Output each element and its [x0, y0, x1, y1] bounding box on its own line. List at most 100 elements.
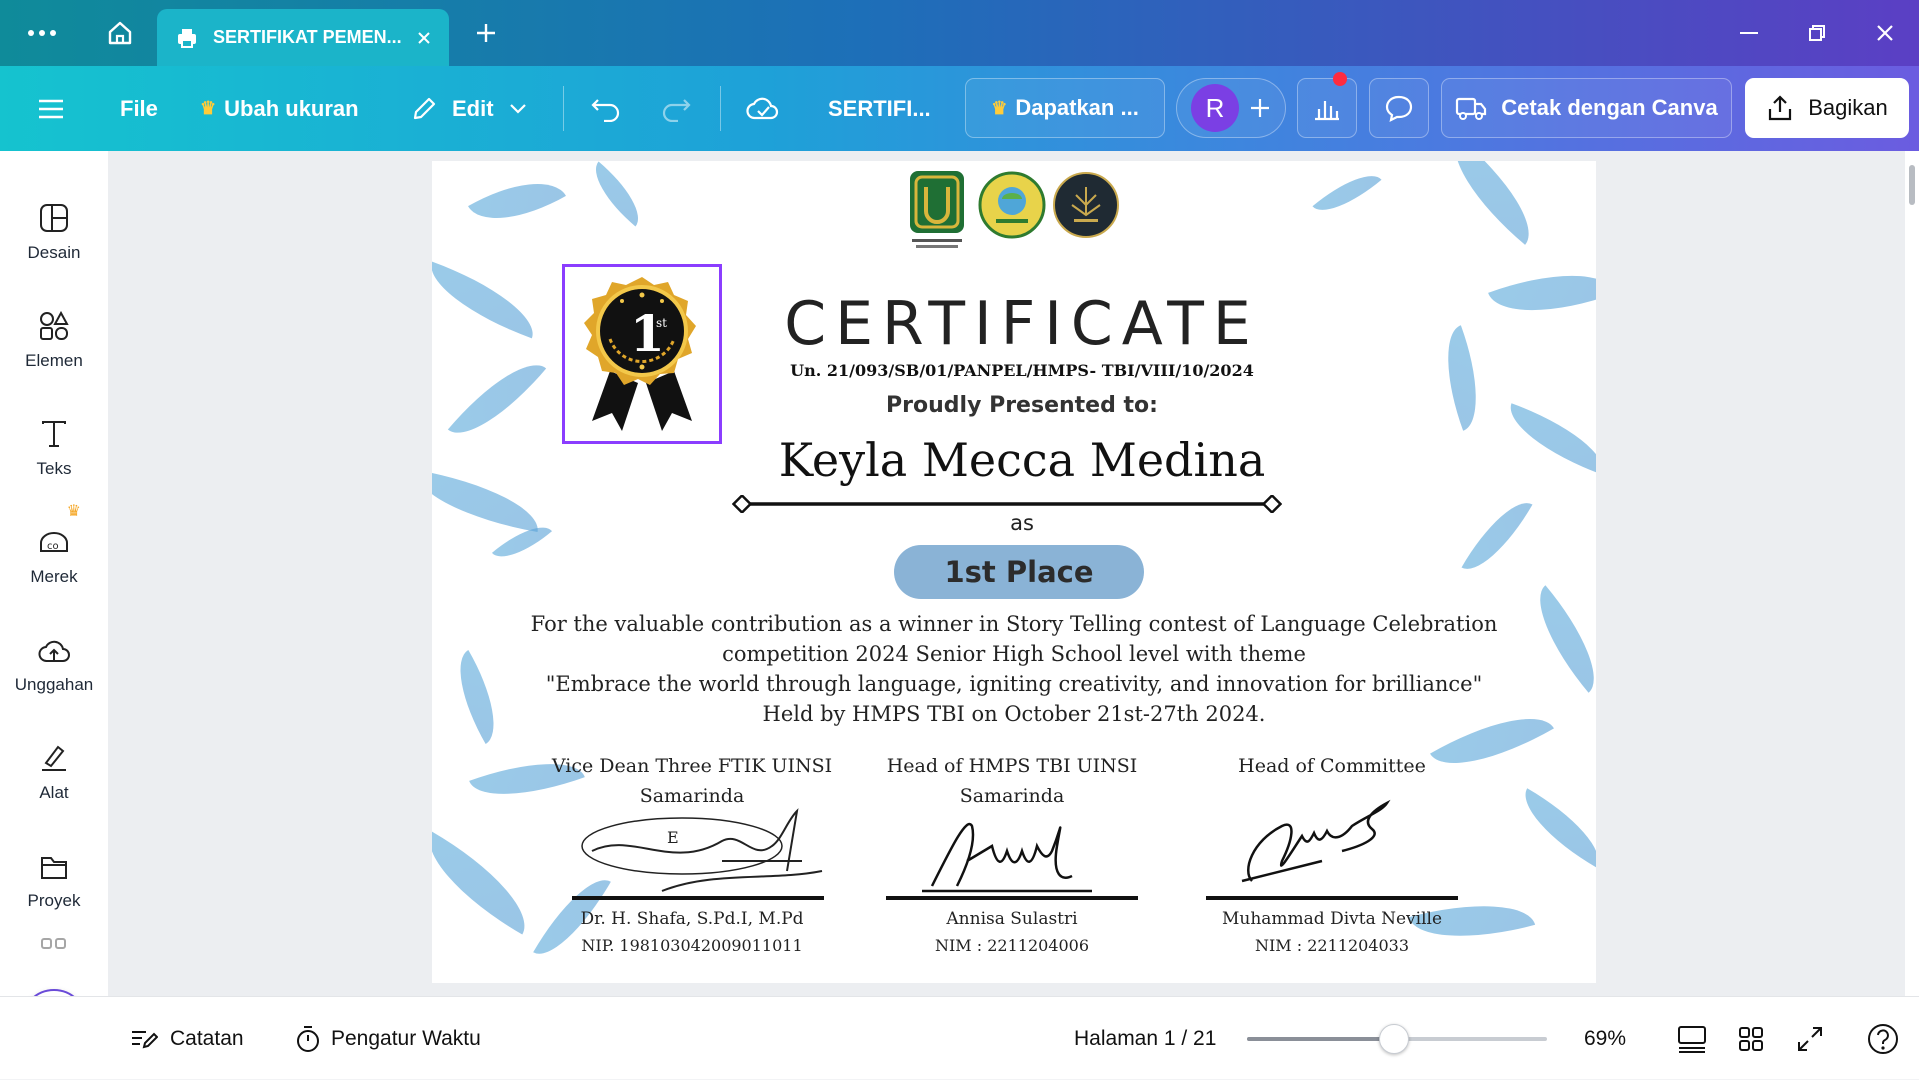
signer-id: NIM : 2211204033: [1254, 936, 1410, 955]
bottom-bar: Catatan Pengatur Waktu Halaman 1 / 21 69…: [0, 996, 1919, 1079]
resize-button[interactable]: ♛ Ubah ukuran: [200, 66, 359, 151]
signature-line: [1206, 896, 1458, 900]
help-icon[interactable]: [1867, 997, 1899, 1080]
timer-icon: [295, 1025, 321, 1053]
sidebar-item-elements[interactable]: Elemen: [0, 289, 108, 389]
pencil-icon: [410, 95, 438, 123]
zoom-slider-thumb[interactable]: [1379, 1024, 1409, 1054]
close-icon[interactable]: [417, 31, 431, 45]
signer-title: Vice Dean Three FTIK UINSI: [551, 755, 833, 777]
signer-name: Muhammad Divta Neville: [1221, 909, 1443, 929]
signer-name: Annisa Sulastri: [946, 909, 1078, 929]
page-view-icon[interactable]: [1677, 997, 1707, 1080]
sidebar-item-uploads[interactable]: Unggahan: [0, 613, 108, 713]
notes-label: Catatan: [170, 1026, 244, 1050]
signature: [1222, 781, 1442, 891]
page-indicator[interactable]: Halaman 1 / 21: [1074, 997, 1216, 1080]
grid-view-icon[interactable]: [1738, 997, 1764, 1080]
notes-button[interactable]: Catatan: [130, 997, 244, 1080]
design-icon: [39, 181, 69, 233]
signer-block: Head of Committee Muhammad Divta Neville…: [1182, 751, 1482, 981]
sidebar-item-tools[interactable]: Alat: [0, 721, 108, 821]
restore-icon[interactable]: [1795, 0, 1839, 66]
collaborators-group: R: [1176, 78, 1286, 138]
truck-icon: [1455, 95, 1487, 121]
signer-id: NIM : 2211204006: [934, 936, 1090, 955]
plus-icon[interactable]: [466, 0, 506, 66]
signature: E: [572, 801, 832, 901]
medal-number: 1: [630, 304, 665, 363]
presented-to: Proudly Presented to:: [886, 393, 1158, 418]
sidebar-label: Desain: [27, 243, 81, 262]
crown-icon: ♛: [66, 503, 81, 520]
document-tab[interactable]: SERTIFIKAT PEMEN...: [157, 9, 449, 66]
insights-icon[interactable]: [1297, 72, 1357, 138]
edit-label: Edit: [452, 95, 494, 121]
menu-icon[interactable]: [38, 66, 70, 151]
scroll-thumb[interactable]: [1909, 165, 1915, 205]
fullscreen-icon[interactable]: [1796, 997, 1824, 1080]
share-icon: [1766, 94, 1794, 122]
edit-menu[interactable]: Edit: [410, 66, 526, 151]
zoom-slider-fill: [1247, 1037, 1394, 1041]
signer-id: NIP. 198103042009011011: [581, 936, 803, 955]
comment-icon[interactable]: [1369, 78, 1429, 138]
crown-icon: ♛: [200, 98, 217, 118]
cloud-sync-icon[interactable]: [746, 66, 780, 151]
certificate-page[interactable]: 1 st CERTIFICATE Un. 21/093/SB/01/PANPEL…: [432, 161, 1596, 983]
upgrade-label: Dapatkan ...: [1015, 95, 1139, 120]
department-logo: [1052, 171, 1120, 239]
minimize-icon[interactable]: [1727, 0, 1771, 66]
certificate-body: For the valuable contribution as a winne…: [492, 609, 1536, 729]
body-line: For the valuable contribution as a winne…: [530, 612, 1498, 636]
first-place-medal[interactable]: 1 st: [572, 271, 712, 436]
signer-block: Head of HMPS TBI UINSI Samarinda Annisa …: [862, 751, 1162, 981]
zoom-level[interactable]: 69%: [1584, 997, 1626, 1080]
divider: [563, 86, 564, 131]
folder-icon: [39, 829, 69, 881]
timer-label: Pengatur Waktu: [331, 1026, 481, 1050]
window-close-icon[interactable]: [1863, 0, 1907, 66]
sidebar-label: Unggahan: [14, 675, 94, 694]
sidebar-item-projects[interactable]: Proyek: [0, 829, 108, 929]
zoom-slider[interactable]: [1247, 1024, 1547, 1054]
timer-button[interactable]: Pengatur Waktu: [295, 997, 481, 1080]
svg-text:E: E: [667, 828, 679, 847]
sidebar-label: Elemen: [25, 351, 83, 370]
sidebar-label: Proyek: [27, 891, 81, 910]
tab-title: SERTIFIKAT PEMEN...: [213, 27, 402, 47]
signature-line: [886, 896, 1138, 900]
add-collaborator-icon[interactable]: [1249, 97, 1271, 119]
print-canva-button[interactable]: Cetak dengan Canva: [1441, 78, 1732, 138]
left-sidebar: Desain Elemen Teks co ♛ Merek Unggahan Al…: [0, 151, 108, 1079]
signer-title: Head of HMPS TBI UINSI: [886, 755, 1138, 777]
text-icon: [39, 397, 69, 449]
elements-icon: [39, 289, 69, 341]
upload-icon: [38, 613, 70, 665]
notification-dot: [1333, 72, 1347, 86]
more-icon[interactable]: [18, 0, 66, 66]
certificate-heading: CERTIFICATE: [784, 289, 1260, 359]
body-line: Held by HMPS TBI on October 21st-27th 20…: [762, 702, 1266, 726]
file-menu[interactable]: File: [120, 66, 158, 151]
signer-block: Vice Dean Three FTIK UINSI Samarinda E D…: [542, 751, 842, 981]
home-icon[interactable]: [98, 0, 142, 66]
student-org-logo: [978, 171, 1046, 239]
recipient-name: Keyla Mecca Medina: [778, 433, 1266, 487]
share-button[interactable]: Bagikan: [1745, 78, 1909, 138]
vertical-scrollbar[interactable]: [1905, 151, 1919, 996]
avatar[interactable]: R: [1191, 84, 1239, 132]
apps-icon[interactable]: [0, 937, 108, 957]
title-bar: SERTIFIKAT PEMEN...: [0, 0, 1919, 66]
upgrade-button[interactable]: ♛ Dapatkan ...: [965, 78, 1165, 138]
svg-text:co: co: [47, 541, 59, 552]
editor-toolbar: File ♛ Ubah ukuran Edit SERTIFI... ♛ Dap…: [0, 66, 1919, 151]
sidebar-item-design[interactable]: Desain: [0, 181, 108, 281]
redo-icon[interactable]: [660, 66, 692, 151]
place-pill: 1st Place: [894, 545, 1144, 599]
sidebar-item-text[interactable]: Teks: [0, 397, 108, 497]
divider: [720, 86, 721, 131]
sidebar-item-brand[interactable]: co ♛ Merek: [0, 503, 108, 605]
undo-icon[interactable]: [590, 66, 622, 151]
document-title[interactable]: SERTIFI...: [828, 66, 931, 151]
